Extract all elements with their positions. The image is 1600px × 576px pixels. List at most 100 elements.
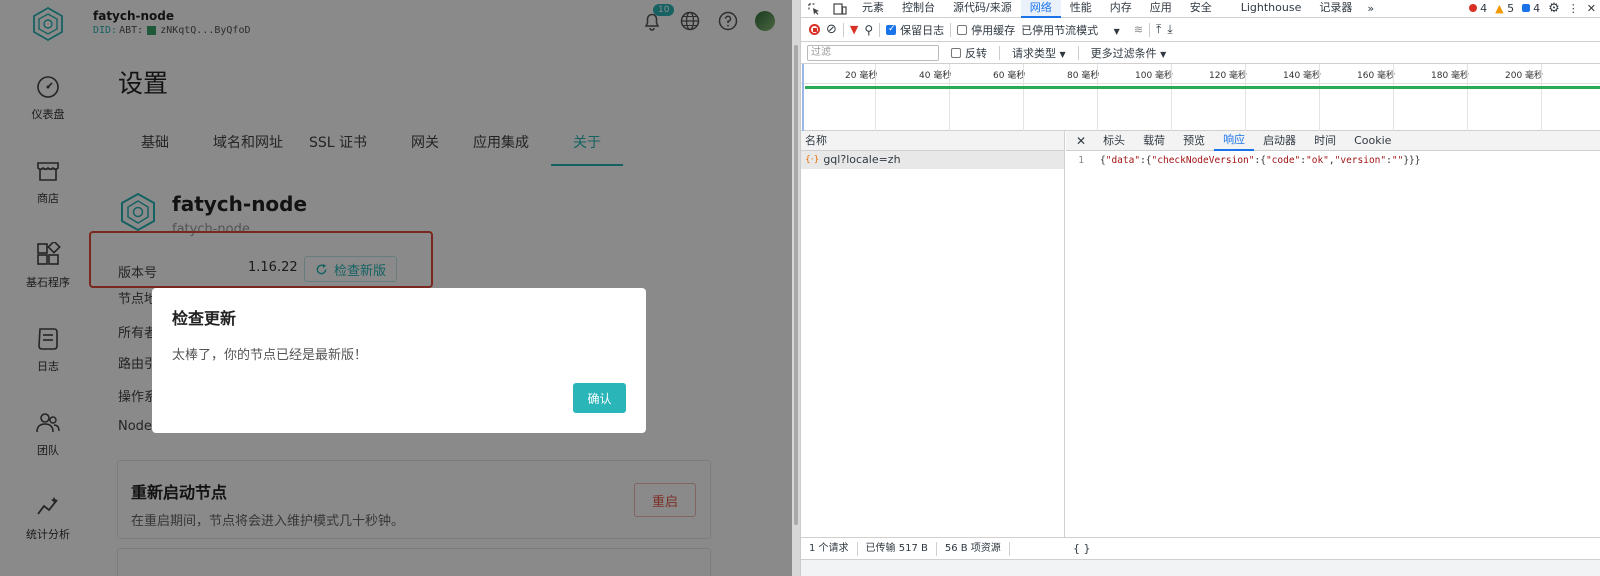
- timeline-label: 80 毫秒: [1067, 71, 1100, 81]
- network-conditions-icon[interactable]: ≋: [1134, 23, 1143, 36]
- message-count-value: 4: [1533, 2, 1541, 15]
- network-body: 名称 {·} gql?locale=zh ✕ 标头 载荷 预览 响应 启动器 时…: [801, 131, 1600, 537]
- network-toolbar: ⊘ ▼ ⚲ 保留日志 停用缓存 已停用节流模式 ▼ ≋ ⤒ ⤓: [801, 18, 1600, 42]
- toolbar-separator: [1077, 45, 1079, 60]
- timeline-label: 100 毫秒: [1135, 71, 1174, 81]
- line-number: 1: [1078, 155, 1084, 166]
- error-count[interactable]: 4: [1469, 2, 1487, 15]
- app-window: fatych-node DID: ABT: zNKqtQ...ByQfoD 10…: [0, 0, 800, 576]
- request-name: gql?locale=zh: [823, 153, 901, 166]
- timeline-gridline: [1097, 64, 1098, 131]
- response-line[interactable]: 1 {"data":{"checkNodeVersion":{"code":"o…: [1066, 155, 1600, 166]
- detail-tab-timing[interactable]: 时间: [1305, 132, 1345, 150]
- device-toolbar-icon[interactable]: [833, 2, 847, 16]
- close-details-icon[interactable]: ✕: [1066, 134, 1094, 148]
- transferred-size: 已传输 517 B: [858, 541, 937, 556]
- timeline-label: 180 毫秒: [1431, 71, 1470, 81]
- chevron-down-icon: ▼: [1160, 49, 1167, 59]
- devtools-tabs: 元素 控制台 源代码/来源 网络 性能 内存 应用 安全 Lighthouse …: [801, 0, 1600, 18]
- timeline-label: 200 毫秒: [1505, 71, 1544, 81]
- devtools-tab-memory[interactable]: 内存: [1101, 0, 1141, 18]
- more-filters-dropdown[interactable]: 更多过滤条件 ▼: [1091, 45, 1167, 61]
- disable-cache-checkbox[interactable]: 停用缓存: [957, 22, 1015, 38]
- search-icon[interactable]: ⚲: [864, 23, 873, 37]
- timeline-label: 20 毫秒: [845, 71, 878, 81]
- detail-tab-payload[interactable]: 载荷: [1134, 132, 1174, 150]
- request-list: 名称 {·} gql?locale=zh: [801, 131, 1065, 537]
- network-timeline[interactable]: 20 毫秒 40 毫秒 60 毫秒 80 毫秒 100 毫秒 120 毫秒 14…: [801, 64, 1600, 131]
- import-har-icon[interactable]: ⤒: [1156, 22, 1161, 37]
- checkbox-unchecked-icon: [957, 24, 968, 35]
- message-icon: [1522, 4, 1531, 12]
- devtools-drawer-bar: [801, 559, 1600, 576]
- timeline-label: 160 毫秒: [1357, 71, 1396, 81]
- export-har-icon[interactable]: ⤓: [1167, 22, 1172, 37]
- filter-input[interactable]: 过滤: [807, 44, 939, 61]
- response-body: {"data":{"checkNodeVersion":{"code":"ok"…: [1100, 155, 1421, 166]
- preserve-log-label: 保留日志: [900, 23, 945, 37]
- timeline-label: 120 毫秒: [1209, 71, 1248, 81]
- name-column-header[interactable]: 名称: [801, 131, 1064, 151]
- devtools-tab-application[interactable]: 应用: [1141, 0, 1181, 18]
- pretty-print-icon[interactable]: { }: [1073, 542, 1091, 555]
- devtools-tab-elements[interactable]: 元素: [853, 0, 893, 18]
- dialog-confirm-button[interactable]: 确认: [573, 383, 626, 413]
- devtools-tab-sources[interactable]: 源代码/来源: [944, 0, 1021, 18]
- chevron-down-icon: ▼: [1059, 49, 1066, 59]
- filter-bar: 过滤 反转 请求类型 ▼ 更多过滤条件 ▼: [801, 42, 1600, 64]
- request-type-dropdown[interactable]: 请求类型 ▼: [1012, 45, 1066, 61]
- fetch-request-icon: {·}: [805, 155, 820, 165]
- devtools-tab-network[interactable]: 网络: [1020, 0, 1061, 18]
- inspect-icon[interactable]: [807, 2, 821, 16]
- checkbox-unchecked-icon: [951, 47, 961, 58]
- dialog-message: 太棒了，你的节点已经是最新版！: [172, 348, 368, 363]
- clear-icon[interactable]: ⊘: [826, 22, 837, 37]
- timeline-request-bar: [805, 86, 1600, 89]
- more-options-icon[interactable]: ⋮: [1568, 2, 1579, 15]
- detail-tab-initiator[interactable]: 启动器: [1254, 132, 1305, 150]
- detail-tabs: ✕ 标头 载荷 预览 响应 启动器 时间 Cookie: [1066, 131, 1600, 151]
- timeline-gridline: [949, 64, 950, 131]
- devtools-tab-lighthouse[interactable]: Lighthouse: [1221, 0, 1311, 18]
- invert-checkbox[interactable]: 反转: [951, 45, 987, 61]
- warning-count-value: 5: [1507, 2, 1515, 15]
- devtools-status-counts: 4 ▲ 5 4 ⚙ ⋮ ✕: [1469, 1, 1596, 16]
- devtools-tab-recorder[interactable]: 记录器: [1310, 0, 1361, 18]
- warning-count[interactable]: ▲ 5: [1495, 2, 1514, 15]
- devtools-tab-console[interactable]: 控制台: [893, 0, 944, 18]
- throttle-select[interactable]: 已停用节流模式 ▼: [1021, 22, 1120, 38]
- close-devtools-icon[interactable]: ✕: [1587, 2, 1596, 15]
- timeline-gridline: [875, 64, 876, 131]
- devtools-tab-performance[interactable]: 性能: [1061, 0, 1101, 18]
- message-count[interactable]: 4: [1522, 2, 1540, 15]
- record-stop-icon[interactable]: [809, 24, 820, 35]
- preserve-log-checkbox[interactable]: 保留日志: [886, 22, 944, 38]
- settings-gear-icon[interactable]: ⚙: [1548, 1, 1560, 16]
- toolbar-separator: [1149, 22, 1151, 37]
- request-row[interactable]: {·} gql?locale=zh: [801, 151, 1064, 169]
- timeline-gridline: [1319, 64, 1320, 131]
- detail-tab-headers[interactable]: 标头: [1094, 132, 1134, 150]
- checkbox-checked-icon: [886, 24, 897, 35]
- timeline-gridline: [1245, 64, 1246, 131]
- devtools-tab-security[interactable]: 安全: [1181, 0, 1221, 18]
- toolbar-separator: [950, 22, 952, 37]
- detail-tab-response[interactable]: 响应: [1214, 131, 1255, 151]
- more-tabs-icon[interactable]: »: [1361, 2, 1380, 15]
- timeline-gridline: [1393, 64, 1394, 131]
- pane-splitter[interactable]: [792, 0, 800, 576]
- warning-icon: ▲: [1495, 2, 1504, 15]
- response-code-text: {"data":{"checkNodeVersion":{"code":"ok"…: [1100, 155, 1421, 166]
- devtools-panel: 元素 控制台 源代码/来源 网络 性能 内存 应用 安全 Lighthouse …: [800, 0, 1600, 576]
- timeline-gridline: [1023, 64, 1024, 131]
- timeline-label: 60 毫秒: [993, 71, 1026, 81]
- dialog-title: 检查更新: [172, 309, 237, 328]
- request-count: 1 个请求: [801, 541, 858, 556]
- timeline-label: 140 毫秒: [1283, 71, 1322, 81]
- network-status-bar: 1 个请求 已传输 517 B 56 B 项资源 { }: [801, 537, 1600, 559]
- detail-tab-preview[interactable]: 预览: [1174, 132, 1214, 150]
- toolbar-separator: [999, 45, 1000, 60]
- detail-tab-cookies[interactable]: Cookie: [1345, 132, 1400, 150]
- filter-icon[interactable]: ▼: [850, 23, 858, 36]
- timeline-label: 40 毫秒: [919, 71, 952, 81]
